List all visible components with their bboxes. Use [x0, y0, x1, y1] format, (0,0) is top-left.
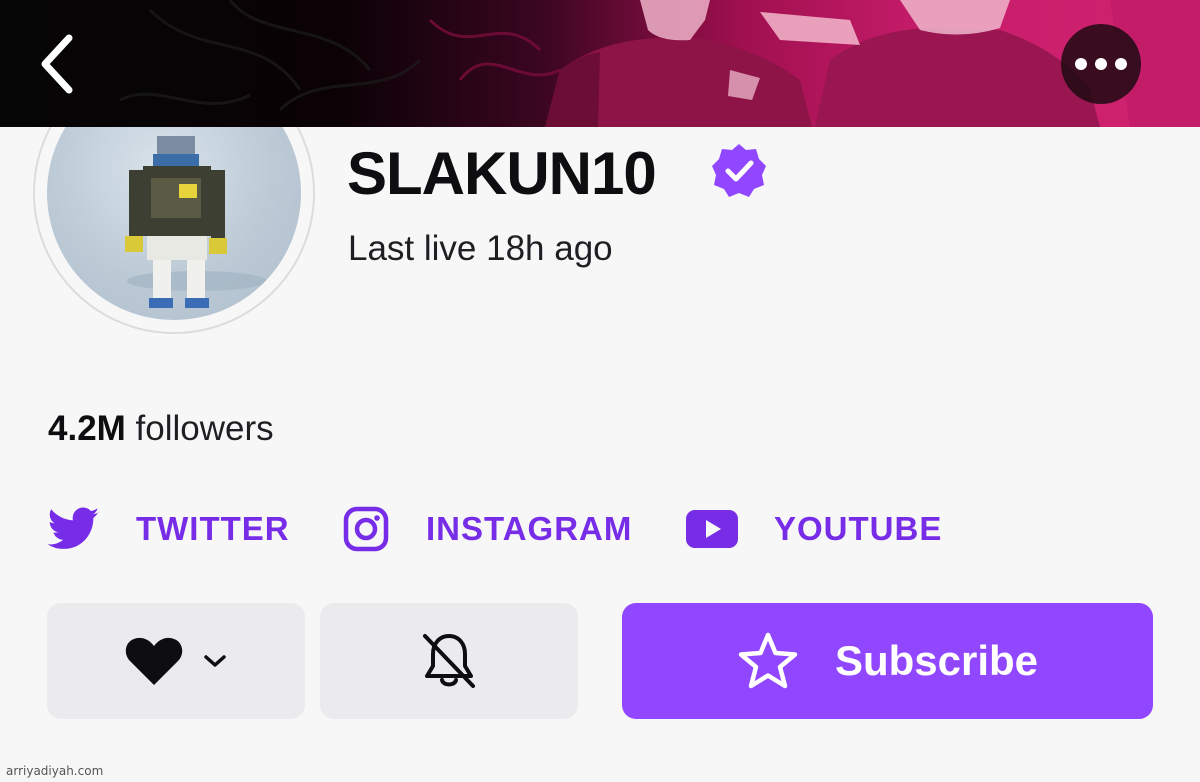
twitter-icon: [48, 507, 100, 551]
instagram-link[interactable]: INSTAGRAM: [342, 502, 632, 556]
subscribe-button[interactable]: Subscribe: [622, 603, 1153, 719]
youtube-label: YOUTUBE: [774, 510, 943, 547]
more-options-button[interactable]: [1061, 24, 1141, 104]
youtube-link[interactable]: YOUTUBE: [686, 502, 942, 556]
follow-button[interactable]: [47, 603, 305, 719]
banner-artwork: [119, 0, 1200, 127]
youtube-icon: [686, 510, 738, 548]
followers-number: 4.2M: [48, 409, 126, 448]
chevron-left-icon: [41, 34, 73, 94]
channel-name: SLAKUN10: [347, 140, 657, 207]
twitter-label: TWITTER: [136, 510, 290, 547]
notifications-button[interactable]: [320, 603, 578, 719]
instagram-icon: [342, 505, 390, 553]
watermark: arriyadiyah.com: [6, 764, 104, 778]
more-horizontal-icon: [1075, 58, 1127, 70]
subscribe-label: Subscribe: [834, 637, 1039, 684]
chevron-down-icon: [204, 655, 226, 667]
heart-icon: [125, 637, 183, 685]
followers-count: 4.2M followers: [48, 408, 274, 450]
last-live-status: Last live 18h ago: [348, 229, 613, 268]
bell-off-icon: [423, 634, 475, 688]
twitter-link[interactable]: TWITTER: [48, 502, 290, 556]
back-button[interactable]: [22, 22, 92, 106]
star-icon: [737, 631, 799, 691]
followers-label: followers: [125, 409, 274, 448]
channel-banner: [0, 0, 1200, 127]
instagram-label: INSTAGRAM: [426, 510, 633, 547]
verified-badge-icon: [712, 144, 766, 197]
